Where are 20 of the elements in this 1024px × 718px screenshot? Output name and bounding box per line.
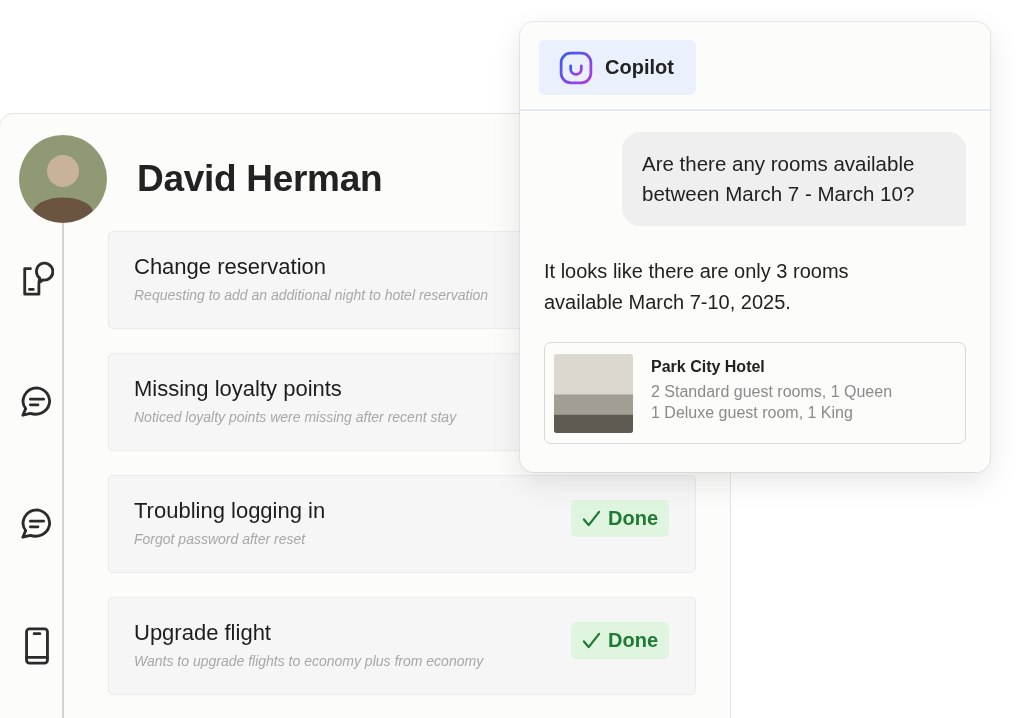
smiley-logo-icon	[559, 50, 593, 85]
ticket-description: Wants to upgrade flights to economy plus from economy	[134, 652, 484, 669]
avatar-silhouette-icon	[19, 135, 107, 223]
hotel-card[interactable]: Park City Hotel 2 Standard guest rooms, 1 Queen 1 Deluxe guest room, 1 King	[544, 342, 966, 444]
ticket-title: Missing loyalty points	[134, 375, 343, 402]
check-icon	[582, 631, 601, 649]
ticket-description: Requesting to add an additional night to hotel reservation	[134, 286, 489, 303]
ticket-card[interactable]: Upgrade flight Wants to upgrade flights to economy plus from economy Done	[108, 597, 696, 695]
ticket-title: Troubling logging in	[134, 497, 326, 524]
ticket-description: Noticed loyalty points were missing after recent stay	[134, 408, 457, 425]
check-icon	[582, 509, 601, 527]
ticket-title: Change reservation	[134, 253, 327, 280]
ticket-card[interactable]: Troubling logging in Forgot password after reset Done	[108, 475, 696, 573]
status-label: Done	[608, 628, 658, 652]
user-message: Are there any rooms available between March 7 - March 10?	[622, 132, 966, 226]
customer-name: David Herman	[137, 158, 383, 200]
ticket-description: Forgot password after reset	[134, 530, 307, 547]
copilot-tab[interactable]: Copilot	[539, 40, 696, 95]
ticket-title: Upgrade flight	[134, 619, 272, 646]
status-label: Done	[608, 506, 658, 530]
